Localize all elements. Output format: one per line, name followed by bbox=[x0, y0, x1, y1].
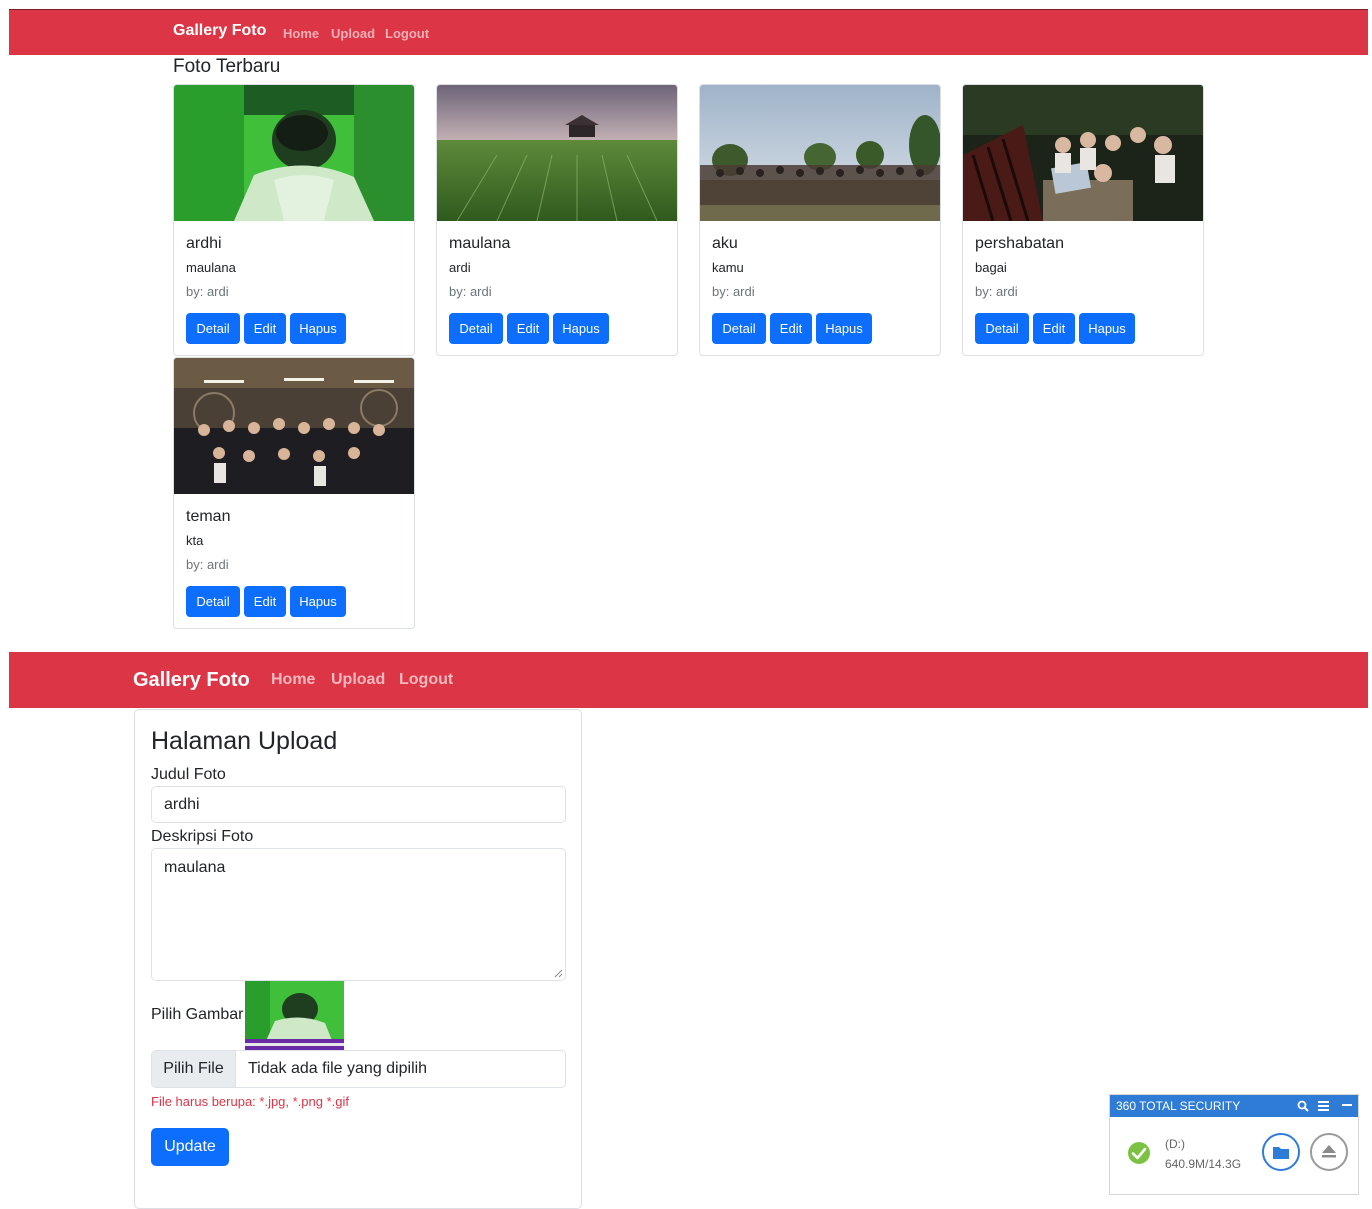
menu-icon[interactable] bbox=[1318, 1101, 1329, 1111]
file-status: Tidak ada file yang dipilih bbox=[248, 1060, 428, 1077]
photo-card: pershabatan bagai by: ardi Detail Edit H… bbox=[962, 84, 1204, 356]
card-title: maulana bbox=[449, 235, 511, 252]
nav-link-upload[interactable]: Upload bbox=[331, 26, 375, 41]
nav-link-upload[interactable]: Upload bbox=[331, 671, 385, 689]
photo-image bbox=[174, 85, 414, 221]
card-title: aku bbox=[712, 235, 738, 252]
edit-button[interactable]: Edit bbox=[244, 586, 286, 617]
detail-button[interactable]: Detail bbox=[975, 313, 1029, 344]
update-button[interactable]: Update bbox=[151, 1128, 229, 1166]
card-author: by: ardi bbox=[712, 284, 755, 299]
file-type-hint: File harus berupa: *.jpg, *.png *.gif bbox=[151, 1094, 350, 1109]
check-circle-icon bbox=[1128, 1142, 1150, 1164]
drive-label: (D:) bbox=[1165, 1137, 1185, 1151]
edit-button[interactable]: Edit bbox=[507, 313, 549, 344]
top-navbar: Gallery Foto Home Upload Logout bbox=[9, 9, 1368, 55]
delete-button[interactable]: Hapus bbox=[816, 313, 872, 344]
upload-page-navbar: Gallery Foto Home Upload Logout bbox=[9, 652, 1368, 708]
card-description: kamu bbox=[712, 260, 744, 275]
delete-button[interactable]: Hapus bbox=[1079, 313, 1135, 344]
detail-button[interactable]: Detail bbox=[186, 313, 240, 344]
preview-image bbox=[245, 981, 344, 1050]
minimize-icon[interactable] bbox=[1342, 1104, 1352, 1107]
edit-button[interactable]: Edit bbox=[770, 313, 812, 344]
section-title: Foto Terbaru bbox=[173, 56, 281, 77]
photo-card: teman kta by: ardi Detail Edit Hapus bbox=[173, 357, 415, 629]
navbar-brand[interactable]: Gallery Foto bbox=[133, 669, 250, 692]
card-description: kta bbox=[186, 533, 204, 548]
card-author: by: ardi bbox=[186, 557, 229, 572]
nav-link-logout[interactable]: Logout bbox=[385, 26, 429, 41]
edit-button[interactable]: Edit bbox=[1033, 313, 1075, 344]
photo-card: maulana ardi by: ardi Detail Edit Hapus bbox=[436, 84, 678, 356]
detail-button[interactable]: Detail bbox=[712, 313, 766, 344]
card-description: ardi bbox=[449, 260, 471, 275]
resize-handle-icon[interactable] bbox=[554, 969, 563, 978]
delete-button[interactable]: Hapus bbox=[553, 313, 609, 344]
search-icon[interactable] bbox=[1297, 1100, 1309, 1112]
file-input[interactable]: Pilih File Tidak ada file yang dipilih bbox=[151, 1050, 566, 1088]
eject-icon[interactable] bbox=[1309, 1132, 1349, 1172]
card-title: ardhi bbox=[186, 235, 222, 252]
photo-image bbox=[174, 358, 414, 494]
judul-label: Judul Foto bbox=[151, 766, 226, 783]
security-widget: 360 TOTAL SECURITY (D:) 640.9M/14.3G bbox=[1109, 1094, 1359, 1195]
navbar-brand[interactable]: Gallery Foto bbox=[173, 22, 266, 40]
card-author: by: ardi bbox=[186, 284, 229, 299]
card-description: maulana bbox=[186, 260, 236, 275]
card-author: by: ardi bbox=[449, 284, 492, 299]
widget-title: 360 TOTAL SECURITY bbox=[1116, 1099, 1241, 1113]
photo-card: ardhi maulana by: ardi Detail Edit Hapus bbox=[173, 84, 415, 356]
deskripsi-label: Deskripsi Foto bbox=[151, 828, 254, 845]
delete-button[interactable]: Hapus bbox=[290, 313, 346, 344]
deskripsi-textarea[interactable]: maulana bbox=[151, 848, 566, 981]
judul-value: ardhi bbox=[164, 796, 200, 813]
nav-link-home[interactable]: Home bbox=[283, 26, 319, 41]
card-title: pershabatan bbox=[975, 235, 1064, 252]
widget-header: 360 TOTAL SECURITY bbox=[1110, 1095, 1358, 1117]
folder-icon[interactable] bbox=[1261, 1132, 1301, 1172]
judul-input[interactable]: ardhi bbox=[151, 786, 566, 823]
photo-card: aku kamu by: ardi Detail Edit Hapus bbox=[699, 84, 941, 356]
card-author: by: ardi bbox=[975, 284, 1018, 299]
form-title: Halaman Upload bbox=[151, 727, 338, 755]
drive-usage: 640.9M/14.3G bbox=[1165, 1157, 1242, 1171]
card-description: bagai bbox=[975, 260, 1007, 275]
edit-button[interactable]: Edit bbox=[244, 313, 286, 344]
delete-button[interactable]: Hapus bbox=[290, 586, 346, 617]
card-title: teman bbox=[186, 508, 231, 525]
deskripsi-value: maulana bbox=[164, 859, 226, 876]
photo-image bbox=[437, 85, 677, 221]
nav-link-home[interactable]: Home bbox=[271, 671, 315, 689]
gambar-label: Pilih Gambar bbox=[151, 1006, 244, 1023]
upload-form: Halaman Upload Judul Foto ardhi Deskrips… bbox=[134, 709, 582, 1209]
nav-link-logout[interactable]: Logout bbox=[399, 671, 453, 689]
choose-file-button[interactable]: Pilih File bbox=[152, 1051, 236, 1087]
photo-image bbox=[700, 85, 940, 221]
photo-image bbox=[963, 85, 1203, 221]
detail-button[interactable]: Detail bbox=[186, 586, 240, 617]
detail-button[interactable]: Detail bbox=[449, 313, 503, 344]
